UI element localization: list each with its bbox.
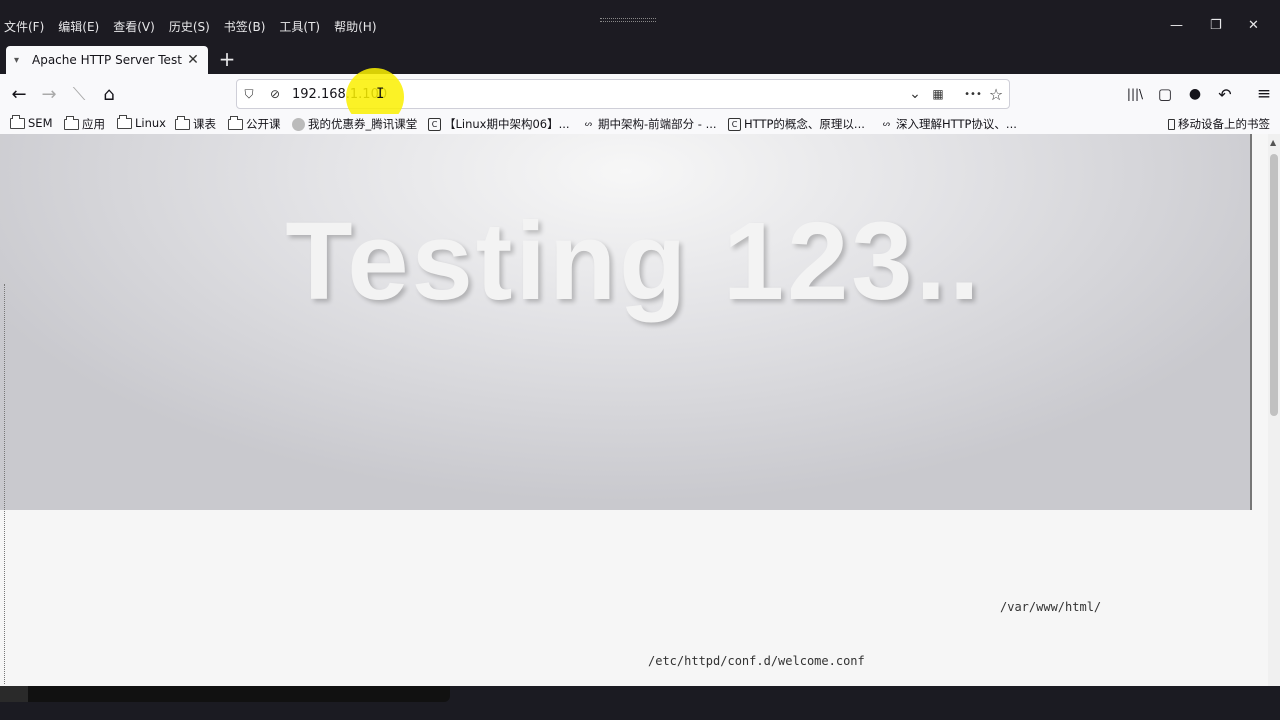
bookmark-frontend[interactable]: ᔕ 期中架构-前端部分 - ... — [582, 116, 717, 132]
site-icon: ᔕ — [584, 118, 593, 128]
menu-items: 文件(F) 编辑(E) 查看(V) 历史(S) 书签(B) 工具(T) 帮助(H… — [4, 18, 377, 35]
menu-tools[interactable]: 工具(T) — [279, 18, 320, 35]
bookmark-label: 课表 — [193, 117, 216, 131]
bookmarks-toolbar: SEM 应用 Linux 课表 公开课 我的优惠券_腾讯课堂 C 【Linux期中… — [0, 114, 1280, 134]
reload-button[interactable]: ⟍ — [68, 83, 90, 105]
browser-window: 文件(F) 编辑(E) 查看(V) 历史(S) 书签(B) 工具(T) 帮助(H… — [0, 0, 1280, 720]
bookmark-folder-schedule[interactable]: 课表 — [175, 115, 216, 132]
bookmark-label: SEM — [28, 116, 53, 130]
menu-bar: 文件(F) 编辑(E) 查看(V) 历史(S) 书签(B) 工具(T) 帮助(H… — [0, 0, 1280, 74]
restore-button[interactable]: ❐ — [1210, 18, 1222, 33]
forward-button[interactable]: → — [38, 83, 60, 105]
mobile-icon — [1168, 118, 1175, 130]
bookmark-coupons[interactable]: 我的优惠券_腾讯课堂 — [292, 116, 417, 132]
folder-icon — [117, 114, 132, 129]
bookmark-label: 公开课 — [246, 117, 281, 131]
bookmark-label: 我的优惠券_腾讯课堂 — [308, 117, 418, 131]
bookmark-label: 【Linux期中架构06】... — [444, 117, 570, 131]
taskbar-strip — [0, 686, 450, 702]
bookmark-label: 期中架构-前端部分 - ... — [598, 117, 717, 131]
folder-icon — [175, 115, 190, 130]
page-content: Testing 123.. /var/www/html/ /etc/httpd/… — [0, 134, 1268, 686]
bookmark-folder-apps[interactable]: 应用 — [64, 115, 105, 132]
menu-history[interactable]: 历史(S) — [169, 18, 210, 35]
mobile-bookmarks[interactable]: 移动设备上的书签 — [1168, 116, 1270, 132]
back-button[interactable]: ← — [8, 83, 30, 105]
folder-icon — [10, 114, 25, 129]
folder-icon — [228, 115, 243, 130]
chevron-down-icon[interactable]: ⌄ — [907, 86, 923, 102]
bookmark-http-concepts[interactable]: C HTTP的概念、原理以... — [728, 116, 865, 132]
bookmark-label: HTTP的概念、原理以... — [744, 117, 865, 131]
bookmark-label: 移动设备上的书签 — [1178, 117, 1270, 131]
scroll-up-icon[interactable]: ▲ — [1270, 138, 1276, 147]
close-window-button[interactable]: ✕ — [1248, 18, 1259, 33]
sidebar-icon[interactable]: ▢ — [1154, 83, 1176, 105]
page-actions-button[interactable]: ••• — [961, 86, 985, 102]
page-title: Testing 123.. — [285, 200, 983, 323]
document-root-path: /var/www/html/ — [1000, 600, 1102, 614]
navigation-toolbar: ← → ⟍ ⌂ ⛉ ⊘ 192.168.1.100 ⌄ ▦ ••• ☆ |||\… — [0, 74, 1280, 114]
shield-icon[interactable]: ⛉ — [241, 86, 257, 102]
site-icon: C — [428, 117, 441, 131]
menu-help[interactable]: 帮助(H) — [334, 18, 376, 35]
page-favicon-icon: ▾ — [14, 54, 20, 66]
minimize-button[interactable]: — — [1170, 18, 1183, 33]
folder-icon — [64, 115, 79, 130]
taskbar-corner — [0, 686, 28, 702]
bookmark-folder-sem[interactable]: SEM — [10, 114, 53, 130]
library-icon[interactable]: |||\ — [1124, 83, 1146, 105]
menu-edit[interactable]: 编辑(E) — [58, 18, 99, 35]
undo-icon[interactable]: ↶ — [1214, 83, 1236, 105]
qr-code-icon[interactable]: ▦ — [930, 86, 946, 102]
bookmark-label: Linux — [135, 116, 166, 130]
account-icon[interactable]: ● — [1184, 83, 1206, 105]
bookmark-folder-linux[interactable]: Linux — [117, 114, 166, 130]
bookmark-label: 深入理解HTTP协议、... — [896, 117, 1017, 131]
left-margin-guide — [4, 284, 5, 684]
site-icon: C — [728, 117, 741, 131]
bookmark-label: 应用 — [82, 117, 105, 131]
text-cursor-icon: I — [376, 86, 385, 102]
tab-title: Apache HTTP Server Test Pa — [32, 53, 186, 67]
tab-apache-test-page[interactable]: ▾ Apache HTTP Server Test Pa ✕ — [6, 46, 208, 74]
vertical-scrollbar[interactable]: ▲ — [1268, 134, 1280, 686]
welcome-conf-path: /etc/httpd/conf.d/welcome.conf — [648, 654, 865, 668]
globe-icon — [292, 117, 305, 131]
bookmark-star-icon[interactable]: ☆ — [988, 85, 1004, 104]
bookmark-folder-open-class[interactable]: 公开课 — [228, 115, 281, 132]
menu-file[interactable]: 文件(F) — [4, 18, 44, 35]
menu-icon[interactable]: ≡ — [1253, 83, 1275, 105]
tab-close-icon[interactable]: ✕ — [186, 52, 200, 68]
scrollbar-thumb[interactable] — [1270, 154, 1278, 416]
taskbar — [0, 686, 1280, 720]
new-tab-button[interactable]: + — [218, 48, 236, 70]
drag-handle[interactable] — [600, 18, 656, 22]
home-button[interactable]: ⌂ — [98, 83, 120, 105]
site-icon: ᔕ — [882, 118, 891, 128]
insecure-lock-icon[interactable]: ⊘ — [267, 86, 283, 102]
bookmark-http-deep[interactable]: ᔕ 深入理解HTTP协议、... — [880, 116, 1017, 132]
bookmark-linux-06[interactable]: C 【Linux期中架构06】... — [428, 116, 570, 132]
menu-bookmarks[interactable]: 书签(B) — [224, 18, 266, 35]
menu-view[interactable]: 查看(V) — [113, 18, 155, 35]
